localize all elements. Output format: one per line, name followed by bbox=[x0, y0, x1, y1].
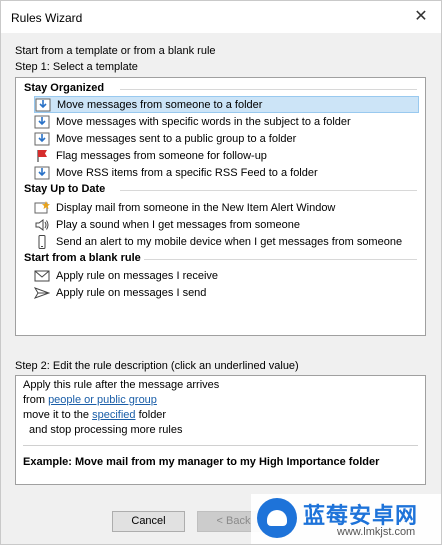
group-stay-up-to-date: Stay Up to Date bbox=[24, 183, 106, 195]
desc-move-prefix: move it to the bbox=[23, 409, 93, 421]
alert-window-icon bbox=[34, 200, 50, 215]
group-stay-organized: Stay Organized bbox=[24, 82, 105, 94]
template-label: Move messages sent to a public group to … bbox=[56, 132, 297, 145]
desc-line-arrives: Apply this rule after the message arrive… bbox=[23, 379, 220, 391]
group-divider bbox=[144, 259, 417, 260]
template-flag-follow-up[interactable]: Flag messages from someone for follow-up bbox=[34, 147, 419, 164]
watermark-logo-icon bbox=[257, 498, 297, 538]
template-label: Display mail from someone in the New Ite… bbox=[56, 201, 336, 214]
template-label: Send an alert to my mobile device when I… bbox=[56, 235, 403, 248]
template-move-public-group[interactable]: Move messages sent to a public group to … bbox=[34, 130, 419, 147]
watermark-url: www.lmkjst.com bbox=[337, 526, 416, 538]
template-label: Flag messages from someone for follow-up bbox=[56, 149, 267, 162]
watermark: 蓝莓安卓网 www.lmkjst.com bbox=[251, 494, 441, 544]
template-label: Move messages with specific words in the… bbox=[56, 115, 351, 128]
desc-line-move: move it to the specified folder bbox=[23, 409, 166, 421]
flag-icon bbox=[34, 149, 50, 163]
desc-line-stop: and stop processing more rules bbox=[29, 424, 183, 436]
template-list[interactable]: Stay Organized Move messages from someon… bbox=[15, 77, 426, 336]
template-label: Move RSS items from a specific RSS Feed … bbox=[56, 166, 318, 179]
template-mobile-alert[interactable]: Send an alert to my mobile device when I… bbox=[34, 233, 419, 250]
group-blank-rule: Start from a blank rule bbox=[24, 252, 141, 264]
template-new-item-alert[interactable]: Display mail from someone in the New Ite… bbox=[34, 199, 419, 216]
template-label: Apply rule on messages I send bbox=[56, 286, 207, 299]
desc-line-from: from people or public group bbox=[23, 394, 157, 406]
title-bar: Rules Wizard ✕ bbox=[1, 1, 441, 33]
group-divider bbox=[120, 89, 417, 90]
template-label: Move messages from someone to a folder bbox=[57, 98, 263, 111]
desc-move-suffix: folder bbox=[135, 409, 167, 421]
rule-description-box: Apply this rule after the message arrive… bbox=[15, 375, 426, 485]
template-move-specific-words[interactable]: Move messages with specific words in the… bbox=[34, 113, 419, 130]
mobile-device-icon bbox=[34, 234, 50, 249]
cancel-button[interactable]: Cancel bbox=[112, 511, 185, 532]
intro-text: Start from a template or from a blank ru… bbox=[15, 45, 216, 57]
template-apply-on-receive[interactable]: Apply rule on messages I receive bbox=[34, 267, 419, 284]
envelope-icon bbox=[34, 269, 50, 283]
template-move-from-someone[interactable]: Move messages from someone to a folder bbox=[34, 96, 419, 113]
desc-from-prefix: from bbox=[23, 394, 49, 406]
send-icon bbox=[34, 286, 50, 300]
rules-wizard-window: Rules Wizard ✕ Start from a template or … bbox=[0, 0, 442, 545]
close-icon[interactable]: ✕ bbox=[401, 1, 441, 33]
move-to-folder-icon bbox=[34, 132, 50, 146]
template-apply-on-send[interactable]: Apply rule on messages I send bbox=[34, 284, 419, 301]
template-move-rss[interactable]: Move RSS items from a specific RSS Feed … bbox=[34, 164, 419, 181]
people-or-public-group-link[interactable]: people or public group bbox=[48, 394, 157, 406]
move-to-folder-icon bbox=[34, 115, 50, 129]
step1-label: Step 1: Select a template bbox=[15, 61, 138, 73]
group-divider bbox=[120, 190, 417, 191]
window-title: Rules Wizard bbox=[11, 11, 83, 25]
example-text: Example: Move mail from my manager to my… bbox=[23, 456, 380, 468]
template-label: Play a sound when I get messages from so… bbox=[56, 218, 300, 231]
desc-divider bbox=[23, 445, 418, 446]
move-to-folder-icon bbox=[34, 166, 50, 180]
move-to-folder-icon bbox=[35, 98, 51, 112]
template-label: Apply rule on messages I receive bbox=[56, 269, 219, 282]
specified-folder-link[interactable]: specified bbox=[92, 409, 135, 421]
speaker-icon bbox=[34, 218, 50, 232]
step2-label: Step 2: Edit the rule description (click… bbox=[15, 360, 299, 372]
template-play-sound[interactable]: Play a sound when I get messages from so… bbox=[34, 216, 419, 233]
